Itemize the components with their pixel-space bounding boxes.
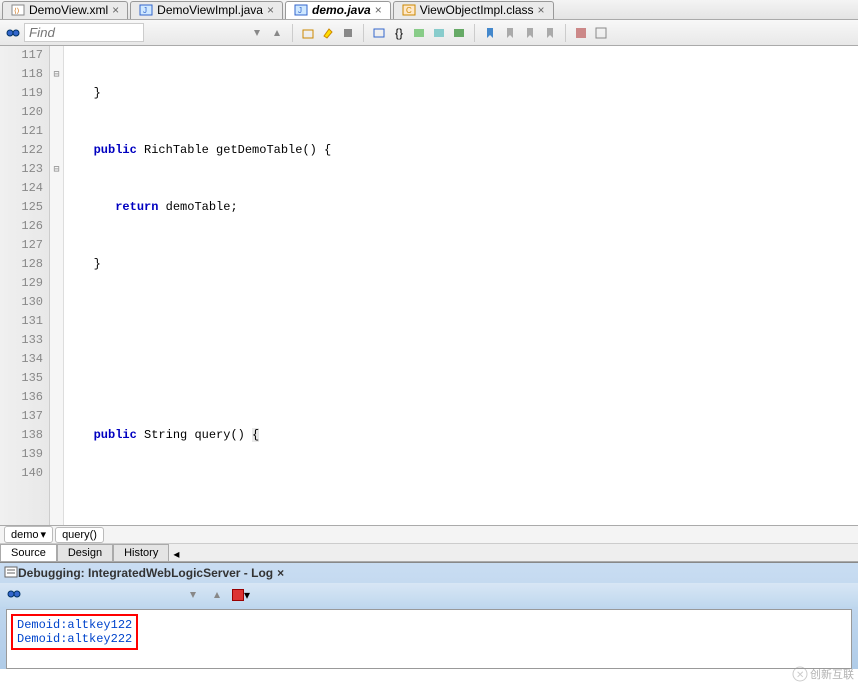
close-icon[interactable]: ×	[267, 3, 274, 17]
arrow-up-icon[interactable]	[268, 24, 286, 42]
close-icon[interactable]: ×	[538, 3, 545, 17]
tab-demoview-xml[interactable]: ⟨⟩ DemoView.xml ×	[2, 1, 128, 19]
log-header: Debugging: IntegratedWebLogicServer - Lo…	[0, 563, 858, 583]
bookmark-clear-icon[interactable]	[541, 24, 559, 42]
toolbar-btn-12[interactable]	[572, 24, 590, 42]
fold-gutter: ⊟ ⊟	[50, 46, 64, 525]
stop-button[interactable]: ▾	[232, 586, 250, 604]
tab-demo-java[interactable]: J demo.java ×	[285, 1, 391, 19]
tab-label: DemoView.xml	[29, 3, 108, 17]
toolbar-btn-3[interactable]	[339, 24, 357, 42]
find-input[interactable]	[24, 23, 144, 42]
log-panel: Debugging: IntegratedWebLogicServer - Lo…	[0, 562, 858, 669]
close-icon[interactable]: ×	[277, 566, 284, 580]
binoculars-icon[interactable]	[6, 586, 22, 605]
bookmark-icon[interactable]	[481, 24, 499, 42]
line-number-gutter: 1171181191201211221231241251261271281291…	[0, 46, 50, 525]
toolbar-btn-4[interactable]	[370, 24, 388, 42]
arrow-down-icon[interactable]	[248, 24, 266, 42]
breadcrumb-class[interactable]: demo▾	[4, 526, 53, 543]
binoculars-icon[interactable]	[4, 24, 22, 42]
svg-text:⟨⟩: ⟨⟩	[14, 7, 20, 15]
separator	[363, 24, 364, 42]
braces-icon[interactable]: {}	[390, 24, 408, 42]
arrow-down-icon[interactable]	[184, 586, 202, 604]
toolbar-btn-8[interactable]	[450, 24, 468, 42]
svg-text:✕: ✕	[796, 670, 804, 681]
tab-label: demo.java	[312, 3, 371, 17]
svg-text:J: J	[298, 6, 302, 15]
tab-label: DemoViewImpl.java	[157, 3, 263, 17]
close-icon[interactable]: ×	[375, 3, 382, 17]
log-content[interactable]: Demoid:altkey122 Demoid:altkey222	[6, 609, 852, 669]
breadcrumb: demo▾ query()	[0, 526, 858, 544]
tab-history[interactable]: History	[113, 544, 169, 561]
svg-text:C: C	[406, 6, 412, 15]
toolbar-btn-13[interactable]	[592, 24, 610, 42]
view-mode-tabs: Source Design History ◂	[0, 544, 858, 562]
file-tab-bar: ⟨⟩ DemoView.xml × J DemoViewImpl.java × …	[0, 0, 858, 20]
class-icon: C	[402, 3, 416, 17]
editor-toolbar: {}	[0, 20, 858, 46]
breadcrumb-method[interactable]: query()	[55, 527, 104, 543]
code-content[interactable]: } public RichTable getDemoTable() { retu…	[64, 46, 858, 525]
toolbar-btn-7[interactable]	[430, 24, 448, 42]
java-icon: J	[294, 3, 308, 17]
tab-label: ViewObjectImpl.class	[420, 3, 534, 17]
separator	[292, 24, 293, 42]
tab-design[interactable]: Design	[57, 544, 113, 561]
xml-icon: ⟨⟩	[11, 3, 25, 17]
separator	[565, 24, 566, 42]
bookmark-prev-icon[interactable]	[521, 24, 539, 42]
tab-demoviewimpl[interactable]: J DemoViewImpl.java ×	[130, 1, 283, 19]
java-icon: J	[139, 3, 153, 17]
bookmark-next-icon[interactable]	[501, 24, 519, 42]
tab-viewobjectimpl[interactable]: C ViewObjectImpl.class ×	[393, 1, 554, 19]
toolbar-btn-1[interactable]	[299, 24, 317, 42]
svg-text:J: J	[143, 6, 147, 15]
toolbar-btn-6[interactable]	[410, 24, 428, 42]
arrow-up-icon[interactable]	[208, 586, 226, 604]
close-icon[interactable]: ×	[112, 3, 119, 17]
code-editor[interactable]: 1171181191201211221231241251261271281291…	[0, 46, 858, 526]
tab-source[interactable]: Source	[0, 544, 57, 561]
separator	[474, 24, 475, 42]
log-toolbar: ▾	[0, 583, 858, 607]
log-icon	[4, 565, 18, 582]
highlight-icon[interactable]	[319, 24, 337, 42]
watermark: ✕ 创新互联	[792, 666, 854, 682]
